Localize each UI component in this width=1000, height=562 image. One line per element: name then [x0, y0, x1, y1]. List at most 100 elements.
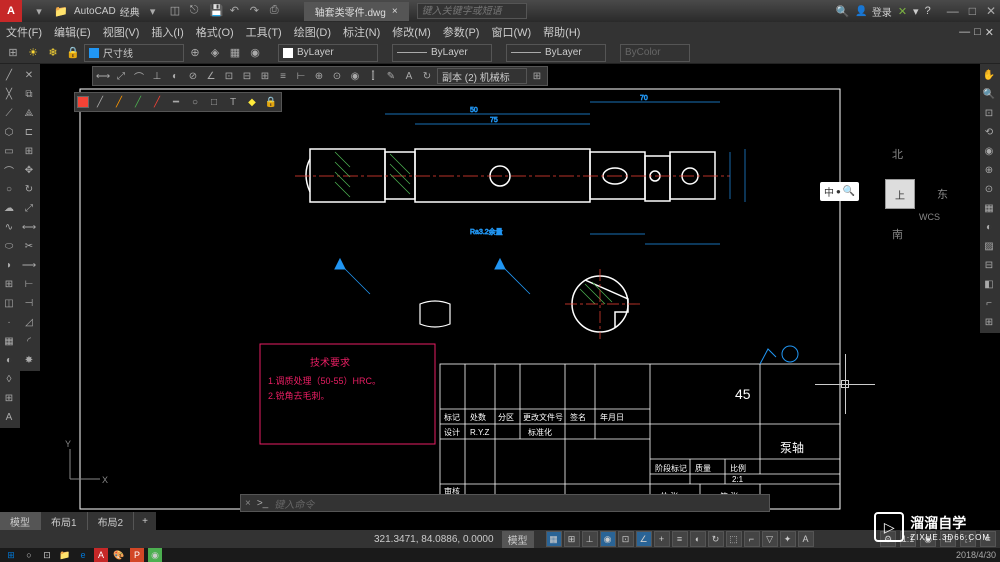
dim-linear-icon[interactable]: ⟷ [95, 68, 111, 84]
dim-angular-icon[interactable]: ∠ [203, 68, 219, 84]
xline-icon[interactable]: ╳ [0, 85, 18, 103]
tab-add-icon[interactable]: + [134, 514, 156, 529]
text-tool-icon[interactable]: T [225, 94, 241, 110]
annotation-icon[interactable]: A [798, 531, 814, 547]
dim-ordinate-icon[interactable]: ⊥ [149, 68, 165, 84]
layer-filter-icon[interactable]: ⊕ [186, 44, 204, 62]
rect-tool-icon[interactable]: □ [206, 94, 222, 110]
dim-quick-icon[interactable]: ⊡ [221, 68, 237, 84]
search-input[interactable] [417, 3, 527, 19]
walk-icon[interactable]: ⊙ [980, 180, 998, 198]
line-tool-icon[interactable]: ╱ [92, 94, 108, 110]
make-block-icon[interactable]: ◫ [0, 294, 18, 312]
tab-layout1[interactable]: 布局1 [41, 512, 88, 531]
menu-modify[interactable]: 修改(M) [392, 24, 431, 40]
layer-iso-icon[interactable]: ▦ [226, 44, 244, 62]
circle-tool-icon[interactable]: ○ [187, 94, 203, 110]
menu-view[interactable]: 视图(V) [103, 24, 140, 40]
open-icon[interactable]: ⎋ [190, 4, 204, 18]
layer-prev-icon[interactable]: ◈ [206, 44, 224, 62]
edge-icon[interactable]: e [76, 548, 90, 562]
menu-tools[interactable]: 工具(T) [246, 24, 282, 40]
viewcube-top[interactable]: 上 [885, 179, 915, 209]
cortana-icon[interactable]: ○ [22, 548, 36, 562]
inspect-icon[interactable]: ◉ [347, 68, 363, 84]
viewcube[interactable]: 北 南 东 中 ● 🔍 上 WCS [850, 144, 950, 244]
line-red-icon[interactable]: ╱ [149, 94, 165, 110]
fillet-icon[interactable]: ◜ [20, 332, 38, 350]
jogged-icon[interactable]: ⫿ [365, 68, 381, 84]
app-logo[interactable]: A [0, 0, 22, 22]
otrack-toggle-icon[interactable]: ∠ [636, 531, 652, 547]
arc-icon[interactable]: ⌒ [0, 161, 18, 179]
help-icon[interactable]: ? [925, 5, 931, 17]
ortho-toggle-icon[interactable]: ⊥ [582, 531, 598, 547]
tolerance-icon[interactable]: ⊕ [311, 68, 327, 84]
move-icon[interactable]: ✥ [20, 161, 38, 179]
dyn-ucs-icon[interactable]: ⌐ [744, 531, 760, 547]
trim-icon[interactable]: ✂ [20, 237, 38, 255]
dropdown-icon[interactable]: ▾ [913, 5, 919, 18]
spline-icon[interactable]: ∿ [0, 218, 18, 236]
open-icon[interactable]: 📁 [52, 2, 70, 20]
dropdown-icon[interactable]: ▾ [144, 2, 162, 20]
line-icon[interactable]: ╱ [0, 66, 18, 84]
ellipse-arc-icon[interactable]: ◗ [0, 256, 18, 274]
minimize-icon[interactable]: — [947, 4, 959, 18]
layer-freeze-icon[interactable]: ❄ [44, 44, 62, 62]
osnap-toggle-icon[interactable]: ⊡ [618, 531, 634, 547]
dim-space-icon[interactable]: ≡ [275, 68, 291, 84]
layer-combo[interactable]: 尺寸线 [84, 44, 184, 62]
array-icon[interactable]: ⊞ [20, 142, 38, 160]
ucs-icon[interactable]: ⌐ [980, 294, 998, 312]
cycling-icon[interactable]: ↻ [708, 531, 724, 547]
visual-style-icon[interactable]: ◐ [980, 218, 998, 236]
mtext-icon[interactable]: A [0, 408, 18, 426]
mirror-icon[interactable]: ⟁ [20, 104, 38, 122]
cmd-close-icon[interactable]: × [245, 498, 251, 509]
ellipse-icon[interactable]: ⬭ [0, 237, 18, 255]
login-button[interactable]: 👤 登录 [855, 4, 891, 19]
menu-dimension[interactable]: 标注(N) [343, 24, 380, 40]
redo-icon[interactable]: ↷ [250, 4, 264, 18]
status-modelspace[interactable]: 模型 [502, 531, 534, 548]
gizmo-icon[interactable]: ✦ [780, 531, 796, 547]
doc-minimize-icon[interactable]: — [959, 26, 970, 39]
snap-toggle-icon[interactable]: ⊞ [564, 531, 580, 547]
close-icon[interactable]: × [392, 6, 398, 17]
compass-south[interactable]: 南 [892, 226, 903, 242]
compass-west-badge[interactable]: 中 ● 🔍 [820, 182, 859, 201]
dyn-toggle-icon[interactable]: + [654, 531, 670, 547]
line-thick-icon[interactable]: ━ [168, 94, 184, 110]
dim-continue-icon[interactable]: ⊞ [257, 68, 273, 84]
menu-insert[interactable]: 插入(I) [151, 24, 183, 40]
powerpoint-icon[interactable]: P [130, 548, 144, 562]
maximize-icon[interactable]: □ [969, 4, 976, 18]
command-line[interactable]: × >_ 键入命令 [240, 494, 770, 512]
menu-param[interactable]: 参数(P) [443, 24, 480, 40]
close-icon[interactable]: ✕ [986, 4, 996, 18]
gradient-icon[interactable]: ◐ [0, 351, 18, 369]
break-icon[interactable]: ⊢ [20, 275, 38, 293]
center-mark-icon[interactable]: ⊙ [329, 68, 345, 84]
layer-lock-icon[interactable]: 🔒 [64, 44, 82, 62]
fly-icon[interactable]: ▦ [980, 199, 998, 217]
tab-model[interactable]: 模型 [0, 512, 41, 531]
hide-icon[interactable]: ⊟ [980, 256, 998, 274]
menu-format[interactable]: 格式(O) [196, 24, 234, 40]
dimstyle-combo[interactable]: 副本 (2) 机械标 [437, 68, 527, 84]
rectangle-icon[interactable]: ▭ [0, 142, 18, 160]
color-combo[interactable]: ByLayer [278, 44, 378, 62]
start-icon[interactable]: ⊞ [4, 548, 18, 562]
3dorbit-icon[interactable]: ⊕ [980, 161, 998, 179]
drawing-area[interactable]: 50 75 70 Ra3.2余量 [40, 64, 980, 512]
transparency-icon[interactable]: ◐ [690, 531, 706, 547]
dim-update-icon[interactable]: ↻ [419, 68, 435, 84]
layer-state-icon[interactable]: ☀ [24, 44, 42, 62]
doc-close-icon[interactable]: ✕ [985, 26, 994, 39]
dim-arc-icon[interactable]: ⌒ [131, 68, 147, 84]
save-icon[interactable]: 💾 [210, 4, 224, 18]
dim-baseline-icon[interactable]: ⊟ [239, 68, 255, 84]
insert-block-icon[interactable]: ⊞ [0, 275, 18, 293]
qat-btn[interactable]: ▾ [30, 2, 48, 20]
